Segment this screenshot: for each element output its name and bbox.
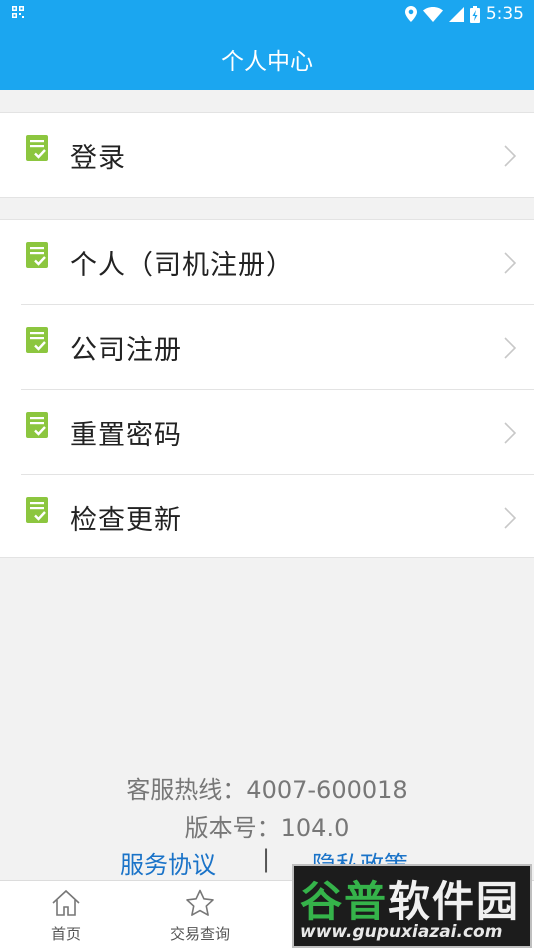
menu-item-driver-register[interactable]: 个人（司机注册） <box>0 220 534 305</box>
page-title: 个人中心 <box>221 49 313 75</box>
tab-label: 首页 <box>50 925 81 943</box>
menu-item-label: 公司注册 <box>70 335 182 366</box>
menu-item-label: 个人（司机注册） <box>70 250 294 281</box>
hotline-text: 客服热线：4007-600018 <box>126 776 408 804</box>
menu-item-login[interactable]: 登录 <box>0 113 534 198</box>
tab-label: 交易查询 <box>169 925 230 943</box>
watermark-brand: 谷普软件园 <box>300 868 520 929</box>
chevron-right-icon <box>504 507 517 529</box>
login-group: 登录 <box>0 112 534 198</box>
wifi-icon <box>422 6 443 22</box>
page-header: 个人中心 <box>0 28 534 90</box>
watermark-brand-part1: 谷普 <box>300 877 389 926</box>
status-time: 5:35 <box>485 4 524 24</box>
home-icon <box>51 881 81 921</box>
location-icon <box>404 6 417 22</box>
service-agreement-link[interactable]: 服务协议 <box>120 845 216 880</box>
qr-icon <box>12 6 24 18</box>
tab-home[interactable]: 首页 <box>30 881 102 950</box>
link-separator: | <box>262 845 271 873</box>
menu-item-reset-password[interactable]: 重置密码 <box>0 389 534 475</box>
settings-group: 个人（司机注册） 公司注册 重置密码 检查更新 <box>0 219 534 558</box>
document-check-icon <box>26 497 48 523</box>
chevron-right-icon <box>504 145 517 167</box>
chevron-right-icon <box>504 337 517 359</box>
watermark-brand-part2: 软件园 <box>388 877 521 926</box>
chevron-right-icon <box>504 252 517 274</box>
menu-item-check-update[interactable]: 检查更新 <box>0 474 534 560</box>
tab-transaction-query[interactable]: 交易查询 <box>158 881 242 950</box>
version-text: 版本号：104.0 <box>184 814 350 842</box>
menu-item-label: 检查更新 <box>70 505 182 536</box>
watermark-url: www.gupuxiazai.com <box>300 922 503 942</box>
document-check-icon <box>26 327 48 353</box>
document-check-icon <box>26 412 48 438</box>
document-check-icon <box>26 242 48 268</box>
battery-charging-icon <box>469 5 480 23</box>
signal-icon <box>448 6 464 22</box>
chevron-right-icon <box>504 422 517 444</box>
star-icon <box>185 881 215 921</box>
menu-item-label: 重置密码 <box>70 420 182 451</box>
menu-item-company-register[interactable]: 公司注册 <box>0 304 534 390</box>
status-bar: 5:35 <box>0 0 534 28</box>
watermark-logo: 谷普软件园 www.gupuxiazai.com <box>292 864 532 948</box>
document-check-icon <box>26 135 48 161</box>
menu-item-label: 登录 <box>70 143 126 174</box>
